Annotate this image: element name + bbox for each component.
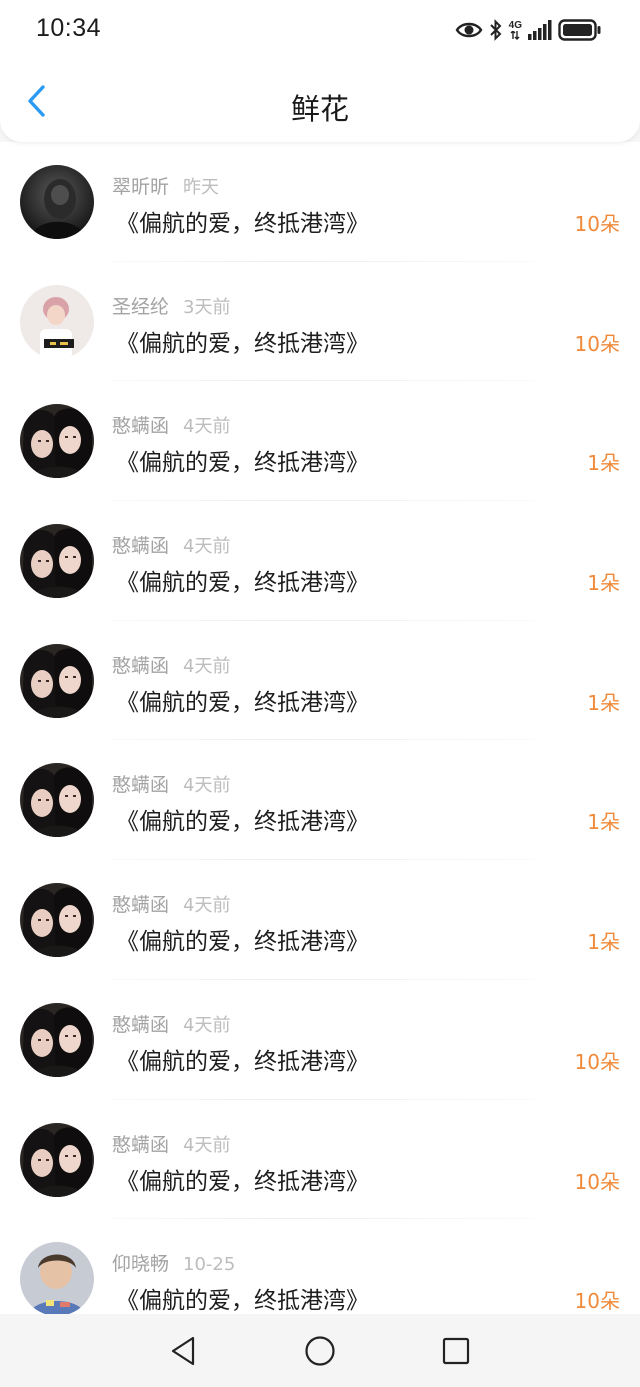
- flower-count: 1朵: [587, 451, 620, 476]
- book-title[interactable]: 《偏航的爱，终抵港湾》: [116, 1042, 369, 1076]
- avatar[interactable]: [20, 165, 94, 239]
- flower-count: 1朵: [587, 690, 620, 715]
- bluetooth-icon: [489, 19, 503, 41]
- gift-time: 4天前: [183, 1014, 231, 1036]
- network-type-label: 4G: [509, 20, 522, 40]
- gift-time: 4天前: [183, 895, 231, 917]
- user-name[interactable]: 翠昕昕: [112, 176, 169, 198]
- user-name[interactable]: 憨螨函: [112, 535, 169, 557]
- book-title[interactable]: 《偏航的爱，终抵港湾》: [116, 204, 369, 238]
- avatar[interactable]: [20, 1242, 94, 1314]
- user-name[interactable]: 憨螨函: [112, 894, 169, 916]
- user-line: 圣经纶 3天前: [112, 292, 230, 319]
- avatar[interactable]: [20, 763, 94, 838]
- eye-icon: [455, 20, 483, 40]
- battery-icon: [558, 19, 602, 41]
- user-name[interactable]: 憨螨函: [112, 1014, 169, 1036]
- user-line: 憨螨函 4天前: [112, 1130, 230, 1157]
- user-line: 憨螨函 4天前: [112, 1010, 230, 1037]
- avatar[interactable]: [20, 284, 94, 359]
- avatar[interactable]: [20, 524, 94, 599]
- list-item[interactable]: 憨螨函 4天前 《偏航的爱，终抵港湾》 1朵: [0, 621, 640, 741]
- gift-time: 昨天: [183, 177, 220, 198]
- status-time: 10:34: [36, 14, 102, 42]
- flower-count: 1朵: [587, 810, 620, 835]
- gift-time: 3天前: [183, 296, 231, 318]
- gift-time: 4天前: [183, 775, 231, 797]
- list-item[interactable]: 憨螨函 4天前 《偏航的爱，终抵港湾》 1朵: [0, 501, 640, 621]
- book-title[interactable]: 《偏航的爱，终抵港湾》: [116, 922, 369, 956]
- list-item[interactable]: 憨螨函 4天前 《偏航的爱，终抵港湾》 10朵: [0, 1100, 640, 1220]
- flower-count: 10朵: [574, 1049, 620, 1074]
- header: 鲜花: [0, 60, 640, 142]
- gift-time: 4天前: [183, 416, 231, 438]
- flower-count: 10朵: [574, 1289, 620, 1314]
- book-title[interactable]: 《偏航的爱，终抵港湾》: [116, 324, 369, 358]
- avatar[interactable]: [20, 1002, 94, 1077]
- avatar[interactable]: [20, 1122, 94, 1197]
- list-item[interactable]: 翠昕昕 昨天 《偏航的爱，终抵港湾》 10朵: [0, 142, 640, 262]
- list-item[interactable]: 圣经纶 3天前 《偏航的爱，终抵港湾》 10朵: [0, 262, 640, 382]
- book-title[interactable]: 《偏航的爱，终抵港湾》: [116, 1281, 369, 1314]
- list-item[interactable]: 仰晓畅 10-25 《偏航的爱，终抵港湾》 10朵: [0, 1219, 640, 1314]
- status-bar: 10:34 4G: [0, 0, 640, 60]
- user-line: 翠昕昕 昨天: [112, 172, 219, 199]
- book-title[interactable]: 《偏航的爱，终抵港湾》: [116, 443, 369, 477]
- user-name[interactable]: 憨螨函: [112, 655, 169, 677]
- user-line: 憨螨函 4天前: [112, 411, 230, 438]
- gift-time: 4天前: [183, 1134, 231, 1156]
- user-name[interactable]: 憨螨函: [112, 1134, 169, 1156]
- book-title[interactable]: 《偏航的爱，终抵港湾》: [116, 683, 369, 717]
- navigation-bar: [0, 1314, 640, 1387]
- avatar[interactable]: [20, 404, 94, 479]
- user-line: 憨螨函 4天前: [112, 531, 230, 558]
- page-title: 鲜花: [290, 92, 349, 126]
- gift-time: 10-25: [183, 1254, 236, 1276]
- book-title[interactable]: 《偏航的爱，终抵港湾》: [116, 1162, 369, 1196]
- user-line: 仰晓畅 10-25: [112, 1249, 235, 1276]
- avatar[interactable]: [20, 643, 94, 718]
- user-name[interactable]: 圣经纶: [112, 296, 169, 318]
- flower-gift-list[interactable]: 翠昕昕 昨天 《偏航的爱，终抵港湾》 10朵 圣经纶 3天前 《偏航的爱，终抵港湾》…: [0, 142, 640, 1314]
- signal-icon: [528, 20, 552, 40]
- user-name[interactable]: 仰晓畅: [112, 1253, 169, 1275]
- flower-count: 10朵: [574, 1169, 620, 1194]
- recents-square-icon[interactable]: [439, 1334, 473, 1368]
- back-triangle-icon[interactable]: [166, 1334, 200, 1368]
- list-item[interactable]: 憨螨函 4天前 《偏航的爱，终抵港湾》 1朵: [0, 740, 640, 861]
- list-item[interactable]: 憨螨函 4天前 《偏航的爱，终抵港湾》 10朵: [0, 980, 640, 1100]
- data-arrows-icon: [510, 30, 520, 40]
- gift-time: 4天前: [183, 655, 231, 677]
- screen: 10:34 4G 鲜花 翠昕昕 昨天 《偏航的爱，终抵港湾》 10朵 圣经纶 3…: [0, 0, 640, 1387]
- flower-count: 1朵: [587, 571, 620, 596]
- avatar[interactable]: [20, 883, 94, 958]
- home-circle-icon[interactable]: [303, 1334, 337, 1368]
- book-title[interactable]: 《偏航的爱，终抵港湾》: [116, 802, 369, 836]
- flower-count: 10朵: [574, 331, 620, 356]
- user-line: 憨螨函 4天前: [112, 890, 230, 917]
- book-title[interactable]: 《偏航的爱，终抵港湾》: [116, 563, 369, 597]
- list-item[interactable]: 憨螨函 4天前 《偏航的爱，终抵港湾》 1朵: [0, 381, 640, 502]
- list-item[interactable]: 憨螨函 4天前 《偏航的爱，终抵港湾》 1朵: [0, 860, 640, 980]
- user-name[interactable]: 憨螨函: [112, 415, 169, 437]
- status-icons: 4G: [455, 14, 602, 46]
- user-line: 憨螨函 4天前: [112, 770, 230, 797]
- flower-count: 1朵: [587, 930, 620, 955]
- flower-count: 10朵: [574, 212, 620, 236]
- user-line: 憨螨函 4天前: [112, 651, 230, 678]
- gift-time: 4天前: [183, 536, 231, 558]
- user-name[interactable]: 憨螨函: [112, 774, 169, 796]
